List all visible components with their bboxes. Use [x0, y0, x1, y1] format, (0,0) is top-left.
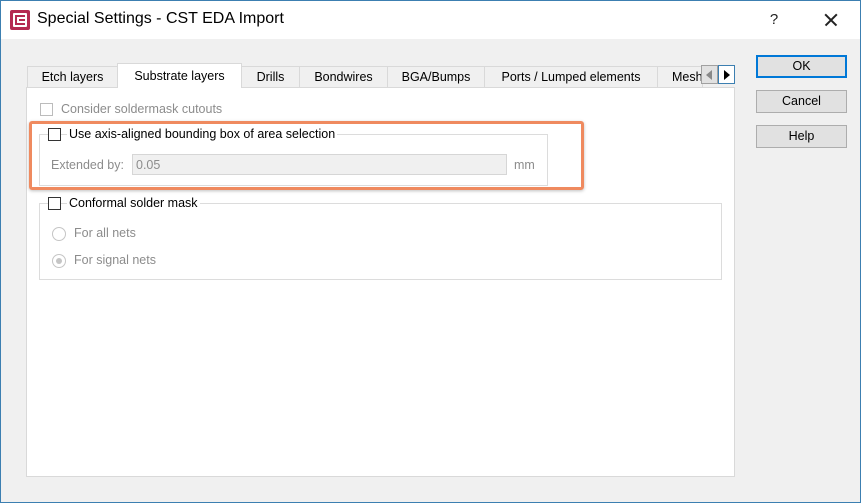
- dialog-window: Special Settings - CST EDA Import ? Etch…: [0, 0, 861, 503]
- tab-bga-bumps[interactable]: BGA/Bumps: [387, 66, 485, 87]
- tab-etch-layers[interactable]: Etch layers: [27, 66, 118, 87]
- conformal-label: Conformal solder mask: [67, 196, 200, 210]
- soldermask-cutouts-label: Consider soldermask cutouts: [61, 102, 223, 116]
- ok-button[interactable]: OK: [756, 55, 847, 78]
- title-help-button[interactable]: ?: [759, 1, 789, 39]
- conformal-groupbox: [39, 203, 722, 280]
- for-signal-nets-label: For signal nets: [74, 253, 156, 267]
- tab-ports-lumped-elements[interactable]: Ports / Lumped elements: [484, 66, 658, 87]
- title-bar: Special Settings - CST EDA Import ?: [1, 1, 860, 39]
- cst-app-icon: [10, 10, 30, 30]
- close-icon[interactable]: [813, 1, 849, 39]
- for-signal-nets-radio[interactable]: [52, 254, 66, 268]
- soldermask-cutouts-checkbox[interactable]: [40, 103, 53, 116]
- for-all-nets-label: For all nets: [74, 226, 136, 240]
- conformal-checkbox[interactable]: [48, 197, 61, 210]
- extended-by-label: Extended by:: [51, 158, 124, 172]
- tab-substrate-layers[interactable]: Substrate layers: [117, 63, 242, 88]
- bbox-label: Use axis-aligned bounding box of area se…: [67, 127, 338, 141]
- cancel-button[interactable]: Cancel: [756, 90, 847, 113]
- tab-bondwires[interactable]: Bondwires: [299, 66, 388, 87]
- for-all-nets-radio[interactable]: [52, 227, 66, 241]
- arrow-right-icon: [724, 70, 730, 80]
- extended-by-input[interactable]: [132, 154, 507, 175]
- window-title: Special Settings - CST EDA Import: [37, 10, 284, 27]
- tab-drills[interactable]: Drills: [241, 66, 300, 87]
- extended-by-unit: mm: [514, 158, 535, 172]
- bbox-checkbox[interactable]: [48, 128, 61, 141]
- tab-scroll-left-button[interactable]: [701, 65, 718, 84]
- help-button[interactable]: Help: [756, 125, 847, 148]
- tab-scroll-right-button[interactable]: [718, 65, 735, 84]
- tab-mesh[interactable]: Mesh: [657, 66, 703, 87]
- arrow-left-icon: [706, 70, 712, 80]
